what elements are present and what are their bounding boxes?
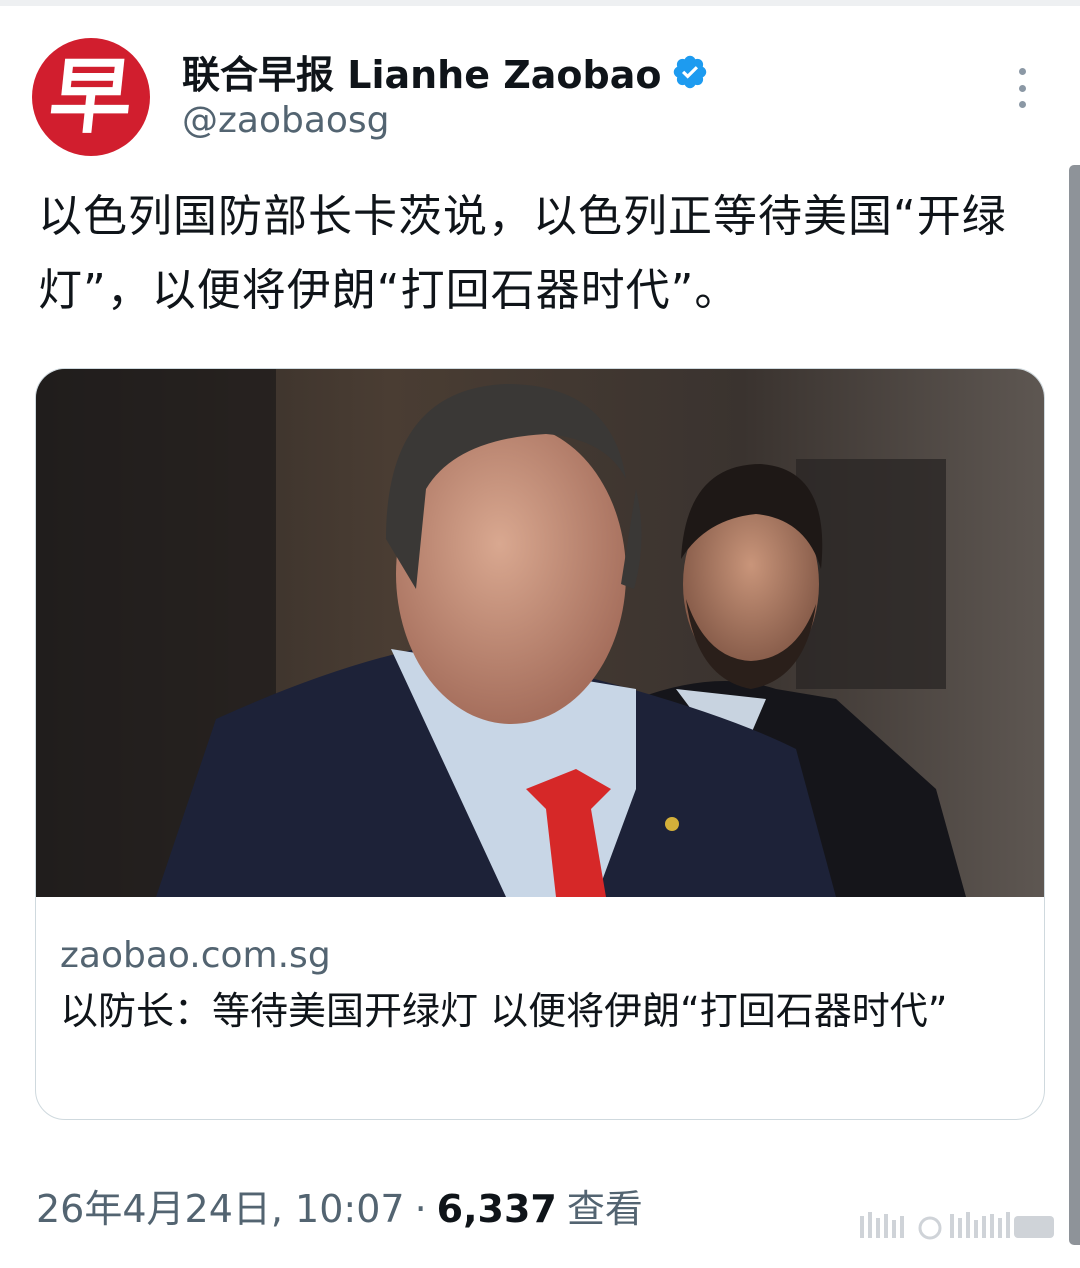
account-handle[interactable]: @zaobaosg [182, 100, 390, 141]
avatar-glyph: 早 [44, 49, 138, 145]
views-count: 6,337 [436, 1187, 557, 1231]
tweet-meta: 26年4月24日, 10:07 · 6,337 查看 [36, 1178, 643, 1233]
top-divider [0, 0, 1080, 6]
link-card[interactable]: zaobao.com.sg 以防长：等待美国开绿灯 以便将伊朗“打回石器时代” [35, 368, 1045, 1120]
meta-separator: · [414, 1187, 427, 1231]
card-photo[interactable] [36, 369, 1045, 897]
card-domain[interactable]: zaobao.com.sg [60, 935, 331, 976]
timestamp[interactable]: 26年4月24日, 10:07 [36, 1178, 405, 1233]
scrollbar[interactable] [1069, 165, 1080, 1245]
more-options-icon[interactable] [1010, 68, 1034, 108]
account-header[interactable]: 联合早报 Lianhe Zaobao [182, 44, 709, 99]
tweet-text: 以色列国防部长卡茨说，以色列正等待美国“开绿灯”，以便将伊朗“打回石器时代”。 [38, 191, 1007, 316]
card-title[interactable]: 以防长：等待美国开绿灯 以便将伊朗“打回石器时代” [60, 981, 1000, 1041]
avatar[interactable]: 早 [32, 38, 150, 156]
watermark-logo-icon [860, 1212, 1054, 1240]
display-name[interactable]: 联合早报 Lianhe Zaobao [182, 44, 661, 99]
views-label: 查看 [566, 1187, 643, 1231]
verified-badge-icon [674, 55, 707, 88]
